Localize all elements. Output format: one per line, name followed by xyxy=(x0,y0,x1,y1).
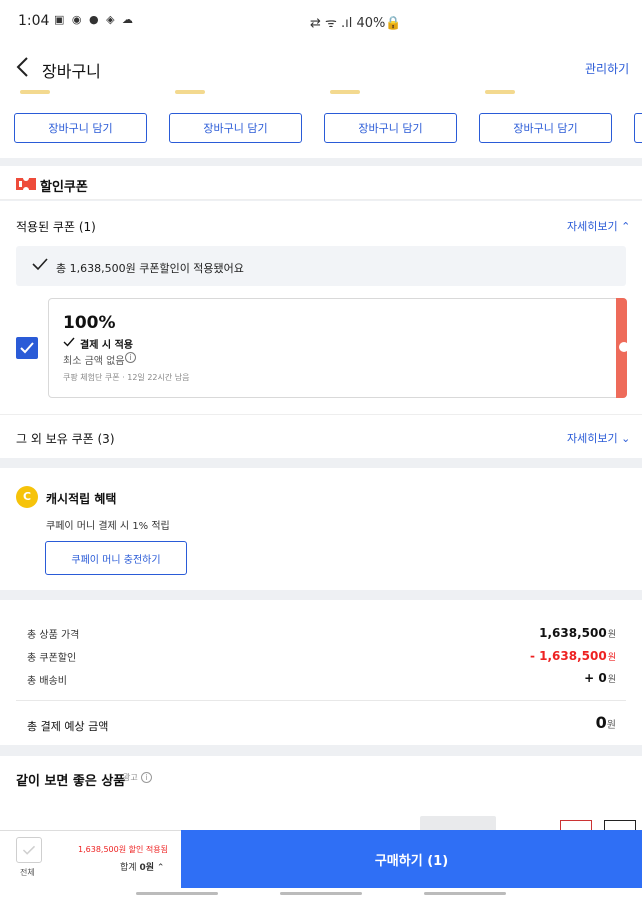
coupon-total-value: - 1,638,500원 xyxy=(530,649,616,663)
applied-coupon-detail-toggle[interactable]: 자세히보기 ⌃ xyxy=(567,218,630,234)
coupon-card[interactable] xyxy=(48,298,627,398)
coin-icon: C xyxy=(16,486,38,508)
select-all-label: 전체 xyxy=(20,868,35,877)
cash-reward-desc: 쿠페이 머니 결제 시 1% 적립 xyxy=(46,521,170,532)
sum-summary[interactable]: 합계 0원 ⌃ xyxy=(120,860,164,873)
add-to-cart-button[interactable]: 장바구니 담기 xyxy=(324,113,457,143)
grand-total-value: 0원 xyxy=(596,713,616,732)
add-to-cart-button[interactable]: 장바구니 담기 xyxy=(14,113,147,143)
rating-strip xyxy=(330,90,360,94)
amount: 1,638,500 xyxy=(539,626,607,640)
other-coupons-title: 그 외 보유 쿠폰 (3) xyxy=(16,432,115,446)
nav-back-handle[interactable] xyxy=(424,892,506,895)
cash-reward-title: 캐시적립 혜택 xyxy=(46,492,117,506)
rating-strip xyxy=(485,90,515,94)
add-to-cart-button-partial[interactable] xyxy=(634,113,642,143)
check-icon xyxy=(63,337,75,347)
amount: 0 xyxy=(595,713,607,732)
chevron-up-icon: ⌃ xyxy=(156,863,165,873)
status-time: 1:04 xyxy=(18,13,50,29)
won-unit: 원 xyxy=(607,630,616,640)
coupon-card-notch xyxy=(619,342,629,352)
divider xyxy=(0,414,642,415)
detail-label: 자세히보기 xyxy=(567,432,618,445)
status-system-icons: ⇄ ᯤ .ıl 40%🔒 xyxy=(310,16,402,31)
recommended-title: 같이 보면 좋은 상품 xyxy=(16,774,126,789)
add-to-cart-button[interactable]: 장바구니 담기 xyxy=(169,113,302,143)
info-icon[interactable]: i xyxy=(125,352,136,363)
other-coupons-detail-toggle[interactable]: 자세히보기 ⌄ xyxy=(567,430,630,446)
info-icon[interactable]: i xyxy=(141,772,152,783)
status-notification-icons: ▣ ◉ ● ◈ ☁ xyxy=(54,13,136,26)
coupon-applied-text: 총 1,638,500원 쿠폰할인이 적용됐어요 xyxy=(56,262,244,275)
buy-button[interactable]: 구매하기 (1) xyxy=(181,830,642,888)
coupon-section-title: 할인쿠폰 xyxy=(40,180,88,195)
recommended-products xyxy=(0,800,642,832)
sum-label: 합계 xyxy=(120,863,137,873)
sum-value: 0원 xyxy=(139,863,154,873)
coupon-checkbox[interactable] xyxy=(16,337,38,359)
back-arrow-icon[interactable] xyxy=(14,54,34,80)
grand-total-label: 총 결제 예상 금액 xyxy=(27,720,109,733)
coupon-section-header xyxy=(0,166,642,200)
add-to-cart-button[interactable]: 장바구니 담기 xyxy=(479,113,612,143)
select-all-checkbox[interactable] xyxy=(16,837,42,863)
manage-button[interactable]: 관리하기 xyxy=(585,60,629,77)
product-total-value: 1,638,500원 xyxy=(539,626,616,640)
amount: + 0 xyxy=(584,671,607,685)
amount: - 1,638,500 xyxy=(529,649,607,663)
charge-coupay-button[interactable]: 쿠페이 머니 충전하기 xyxy=(45,541,187,575)
chevron-up-icon: ⌃ xyxy=(621,220,631,233)
divider xyxy=(16,700,626,701)
coupon-pay-apply: 결제 시 적용 xyxy=(80,340,133,351)
discount-applied-text: 1,638,500원 할인 적용됨 xyxy=(78,845,168,854)
nav-recent-handle[interactable] xyxy=(136,892,218,895)
applied-coupon-title: 적용된 쿠폰 (1) xyxy=(16,220,96,234)
shipping-total-label: 총 배송비 xyxy=(27,676,67,687)
nav-home-handle[interactable] xyxy=(280,892,362,895)
coupon-min-amount: 최소 금액 없음 xyxy=(63,356,125,367)
ad-label: 광고 xyxy=(123,773,138,782)
rating-strip xyxy=(20,90,50,94)
won-unit: 원 xyxy=(607,653,616,663)
coupon-icon xyxy=(16,178,36,190)
coupon-percent: 100% xyxy=(63,313,116,333)
won-unit: 원 xyxy=(606,720,616,731)
product-total-label: 총 상품 가격 xyxy=(27,630,80,641)
chevron-down-icon: ⌄ xyxy=(621,432,631,445)
won-unit: 원 xyxy=(607,675,616,685)
check-icon xyxy=(32,258,48,271)
detail-label: 자세히보기 xyxy=(567,220,618,233)
coupon-total-label: 총 쿠폰할인 xyxy=(27,653,77,664)
shipping-total-value: + 0원 xyxy=(584,671,616,685)
rating-strip xyxy=(175,90,205,94)
coupon-description: 쿠팡 체험단 쿠폰 · 12일 22시간 남음 xyxy=(63,373,190,382)
page-title: 장바구니 xyxy=(42,62,101,81)
